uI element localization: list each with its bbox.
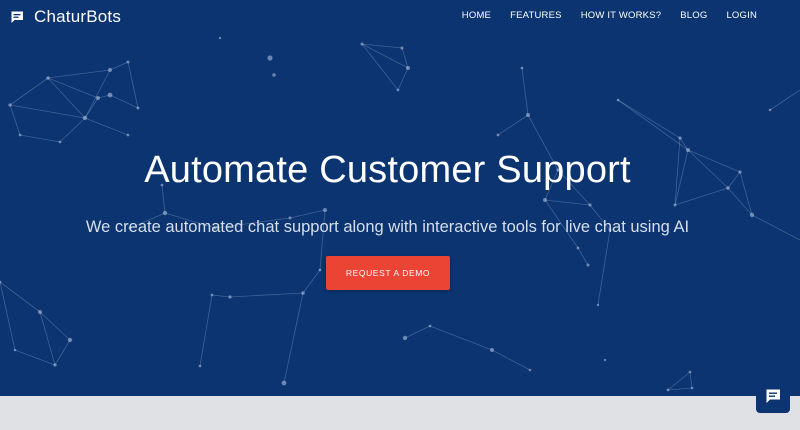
chat-bubble-icon	[11, 11, 23, 23]
brand-logo[interactable]: ChaturBots	[10, 6, 121, 28]
nav-menu: HOME FEATURES HOW IT WORKS? BLOG LOGIN	[443, 10, 757, 21]
nav-item-how-it-works[interactable]: HOW IT WORKS?	[581, 10, 662, 21]
request-demo-button[interactable]: REQUEST A DEMO	[326, 256, 450, 290]
navbar: ChaturBots HOME FEATURES HOW IT WORKS? B…	[0, 0, 800, 34]
chat-bubble-icon	[766, 389, 780, 403]
nav-item-home[interactable]: HOME	[462, 10, 491, 21]
hero-subtitle: We create automated chat support along w…	[85, 218, 690, 236]
nav-item-features[interactable]: FEATURES	[510, 10, 562, 21]
hero-section: ChaturBots HOME FEATURES HOW IT WORKS? B…	[0, 0, 800, 396]
nav-item-blog[interactable]: BLOG	[680, 10, 707, 21]
chat-widget-button[interactable]	[756, 379, 790, 413]
brand-name: ChaturBots	[34, 7, 122, 26]
particle-network-background	[0, 36, 800, 392]
hero-title: Automate Customer Support	[144, 149, 631, 191]
nav-item-login[interactable]: LOGIN	[726, 10, 757, 21]
next-section-strip	[0, 396, 800, 430]
